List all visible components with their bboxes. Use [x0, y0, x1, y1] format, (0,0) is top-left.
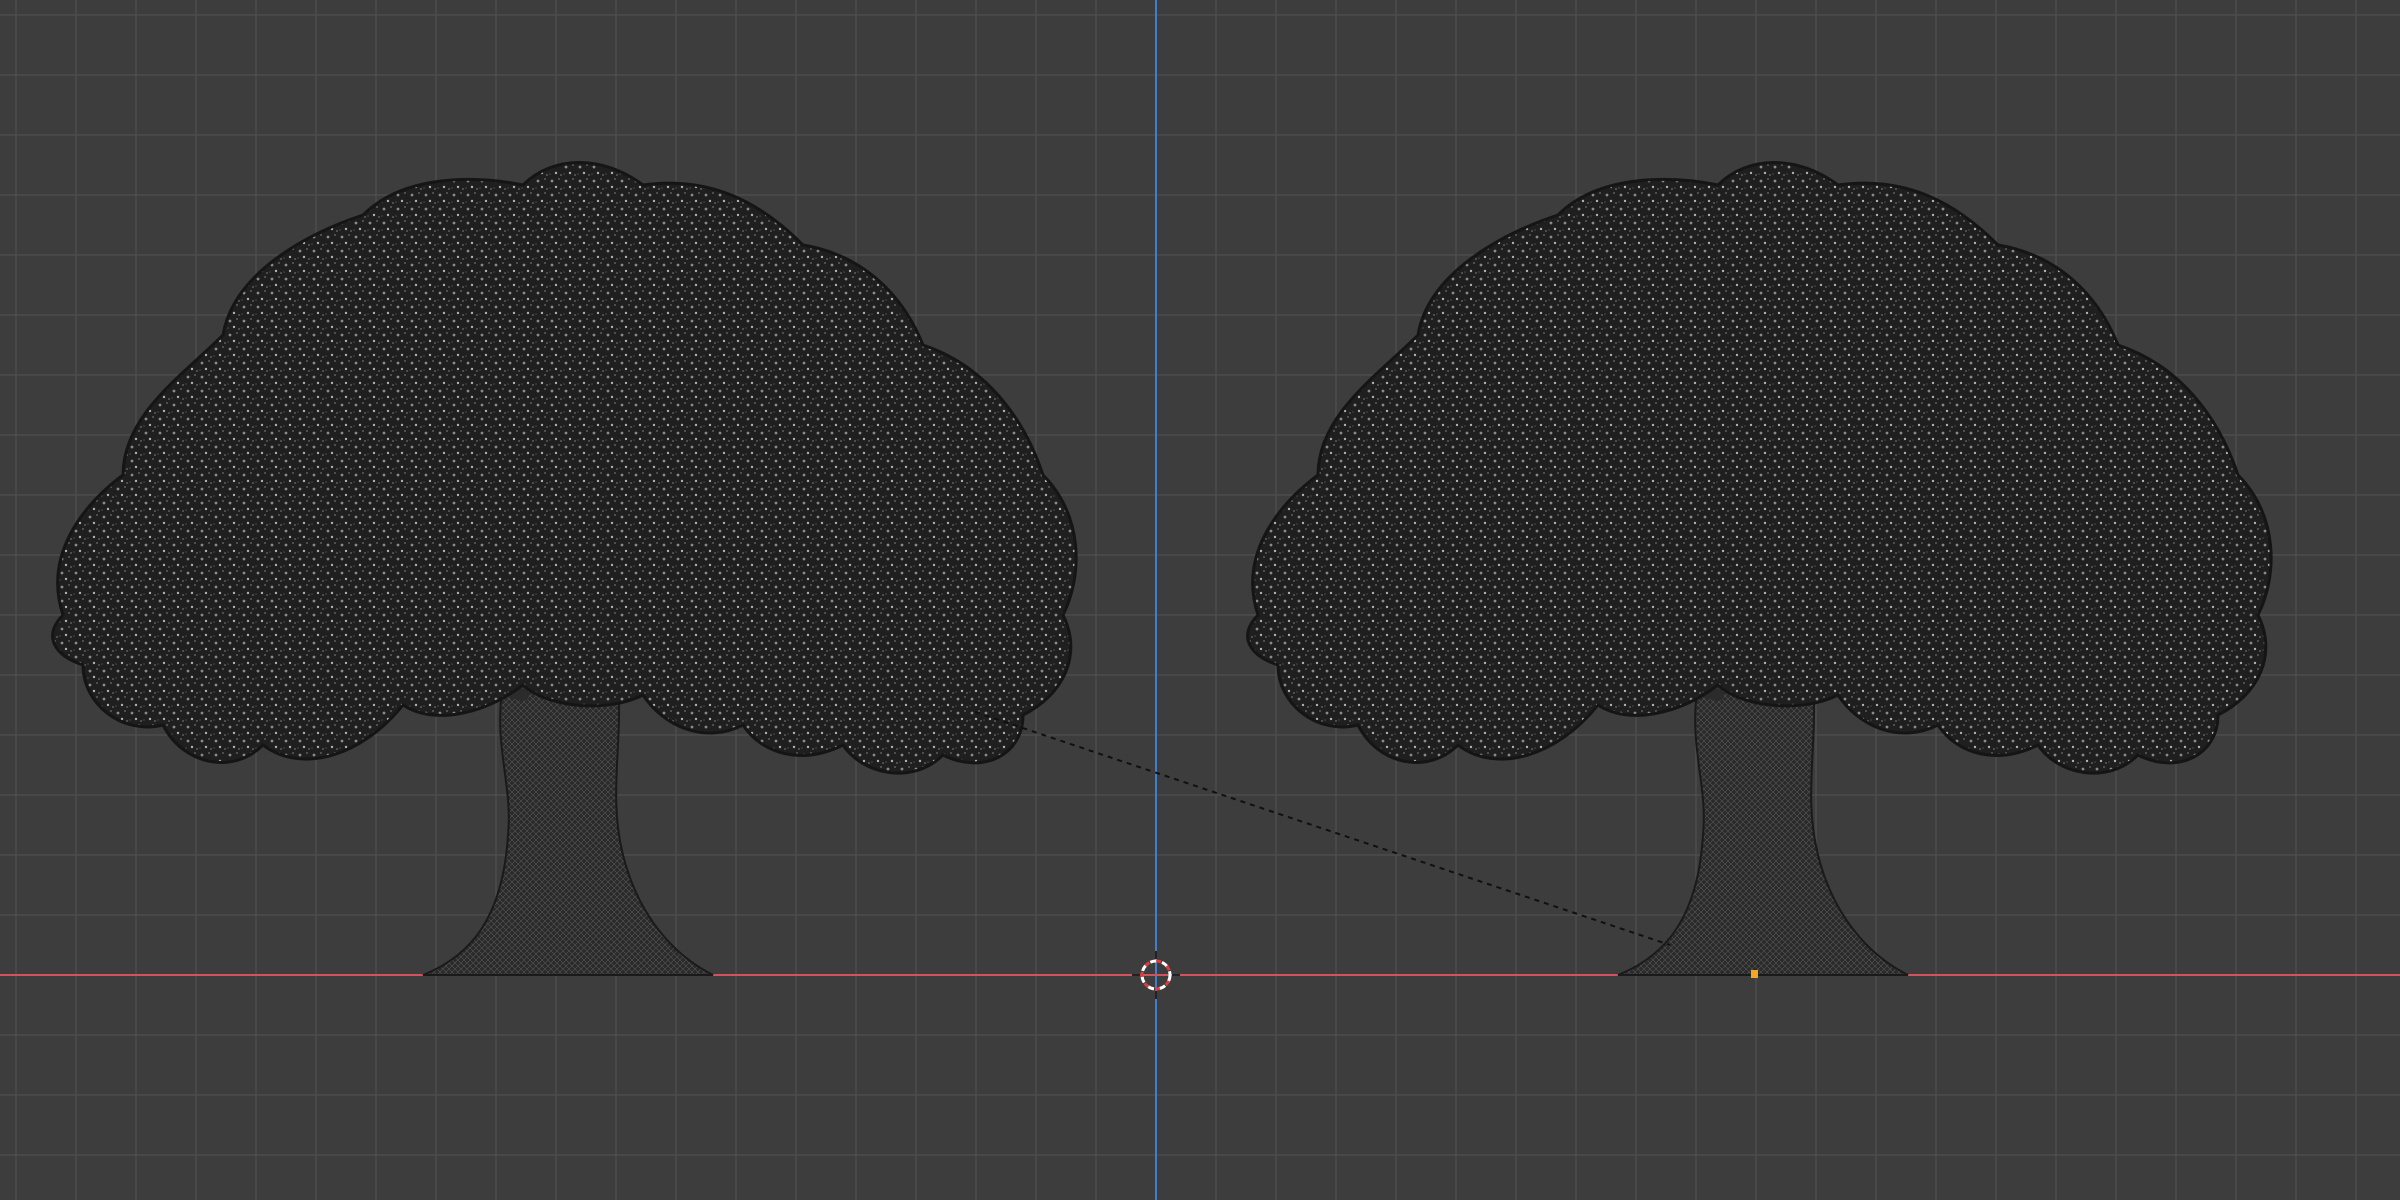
tree-left-mesh[interactable]: [53, 163, 1077, 976]
object-origin-marker[interactable]: [1751, 970, 1758, 978]
3d-viewport[interactable]: [0, 0, 2400, 1200]
relationship-line: [974, 711, 1671, 946]
tree-right-mesh[interactable]: [1248, 163, 2272, 976]
viewport-canvas[interactable]: [0, 0, 2400, 1200]
